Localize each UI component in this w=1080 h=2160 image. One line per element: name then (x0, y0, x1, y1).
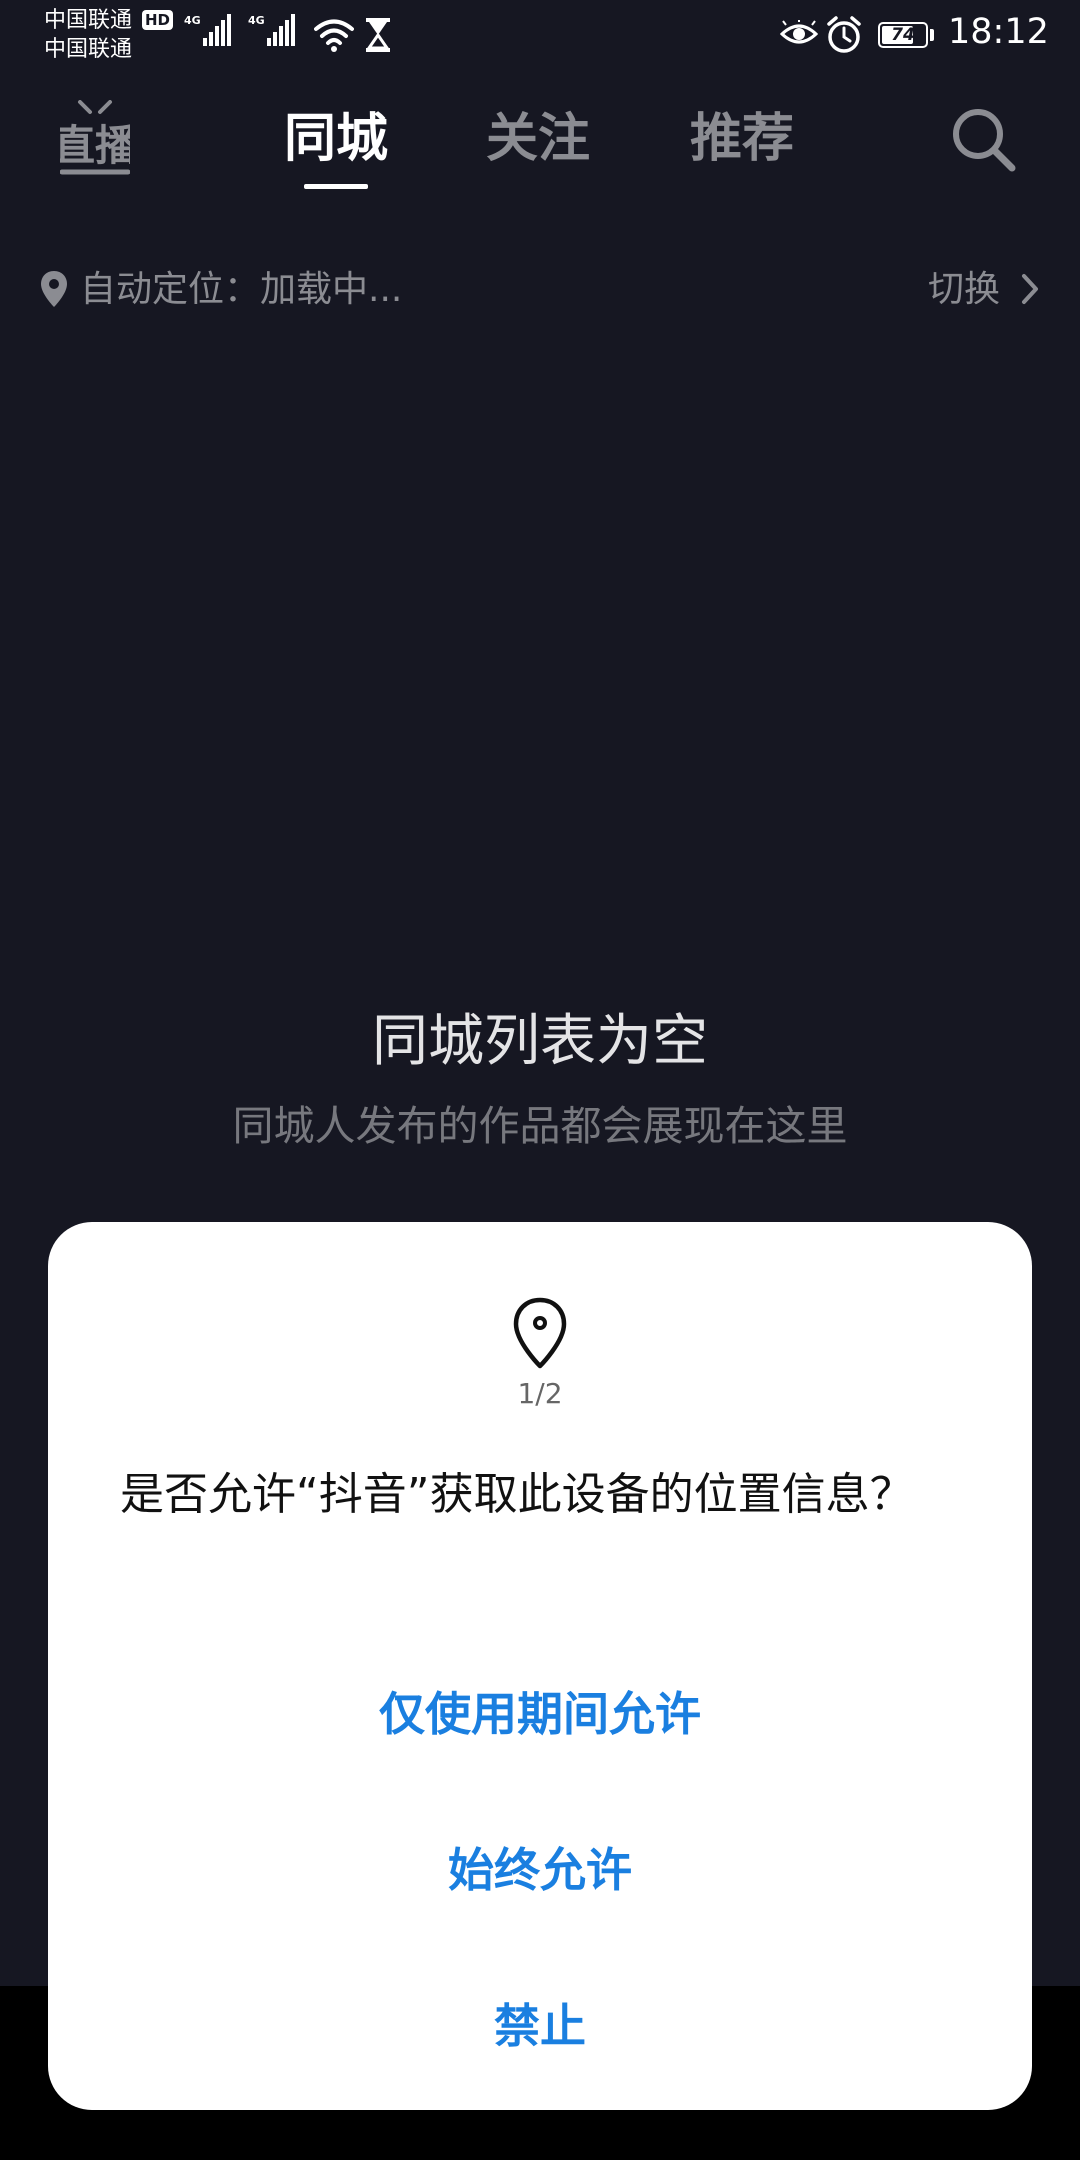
location-permission-dialog: 1/2 是否允许“抖音”获取此设备的位置信息？ 仅使用期间允许 始终允许 禁止 (48, 1222, 1032, 2110)
active-tab-indicator (304, 184, 368, 189)
tab-follow[interactable]: 关注 (486, 106, 590, 172)
chevron-right-icon[interactable] (1020, 272, 1040, 306)
carrier-2: 中国联通 (44, 37, 133, 62)
switch-location-button[interactable]: 切换 (928, 266, 1000, 314)
alarm-icon (827, 16, 861, 53)
dialog-page-counter: 1/2 (517, 1377, 563, 1410)
tab-same-city[interactable]: 同城 (284, 106, 388, 172)
dialog-message: 是否允许“抖音”获取此设备的位置信息？ (120, 1469, 914, 1520)
empty-state-title: 同城列表为空 (372, 1009, 708, 1074)
signal-1-icon: 4G (184, 14, 231, 46)
signal-2-icon: 4G (248, 14, 295, 46)
carrier-info: 中国联通 中国联通 (44, 6, 132, 64)
clock: 18:12 (948, 12, 1049, 52)
live-label: 直播 (60, 121, 130, 170)
location-status: 自动定位：加载中... (80, 269, 403, 310)
allow-always-button[interactable]: 始终允许 (48, 1838, 1032, 1902)
battery-tip (930, 29, 934, 41)
hd-badge: HD (142, 10, 174, 30)
battery-icon: 74 (878, 22, 928, 48)
search-icon[interactable] (950, 106, 1018, 174)
deny-button[interactable]: 禁止 (48, 1994, 1032, 2058)
status-bar: 中国联通 中国联通 HD 4G 4G 74 18:12 (0, 0, 1080, 70)
hourglass-icon (366, 18, 390, 52)
empty-state-subtitle: 同城人发布的作品都会展现在这里 (232, 1102, 848, 1150)
location-pin-icon (513, 1297, 567, 1369)
wifi-icon (314, 19, 354, 52)
network-type-2: 4G (248, 14, 265, 27)
eye-icon (780, 20, 818, 44)
location-pin-icon (41, 271, 67, 307)
live-icon[interactable]: 直播 (60, 100, 130, 178)
battery-percent: 74 (891, 25, 915, 45)
network-type-1: 4G (184, 14, 201, 27)
carrier-1: 中国联通 (44, 8, 133, 33)
tab-recommend[interactable]: 推荐 (690, 106, 794, 172)
allow-while-using-button[interactable]: 仅使用期间允许 (48, 1682, 1032, 1746)
